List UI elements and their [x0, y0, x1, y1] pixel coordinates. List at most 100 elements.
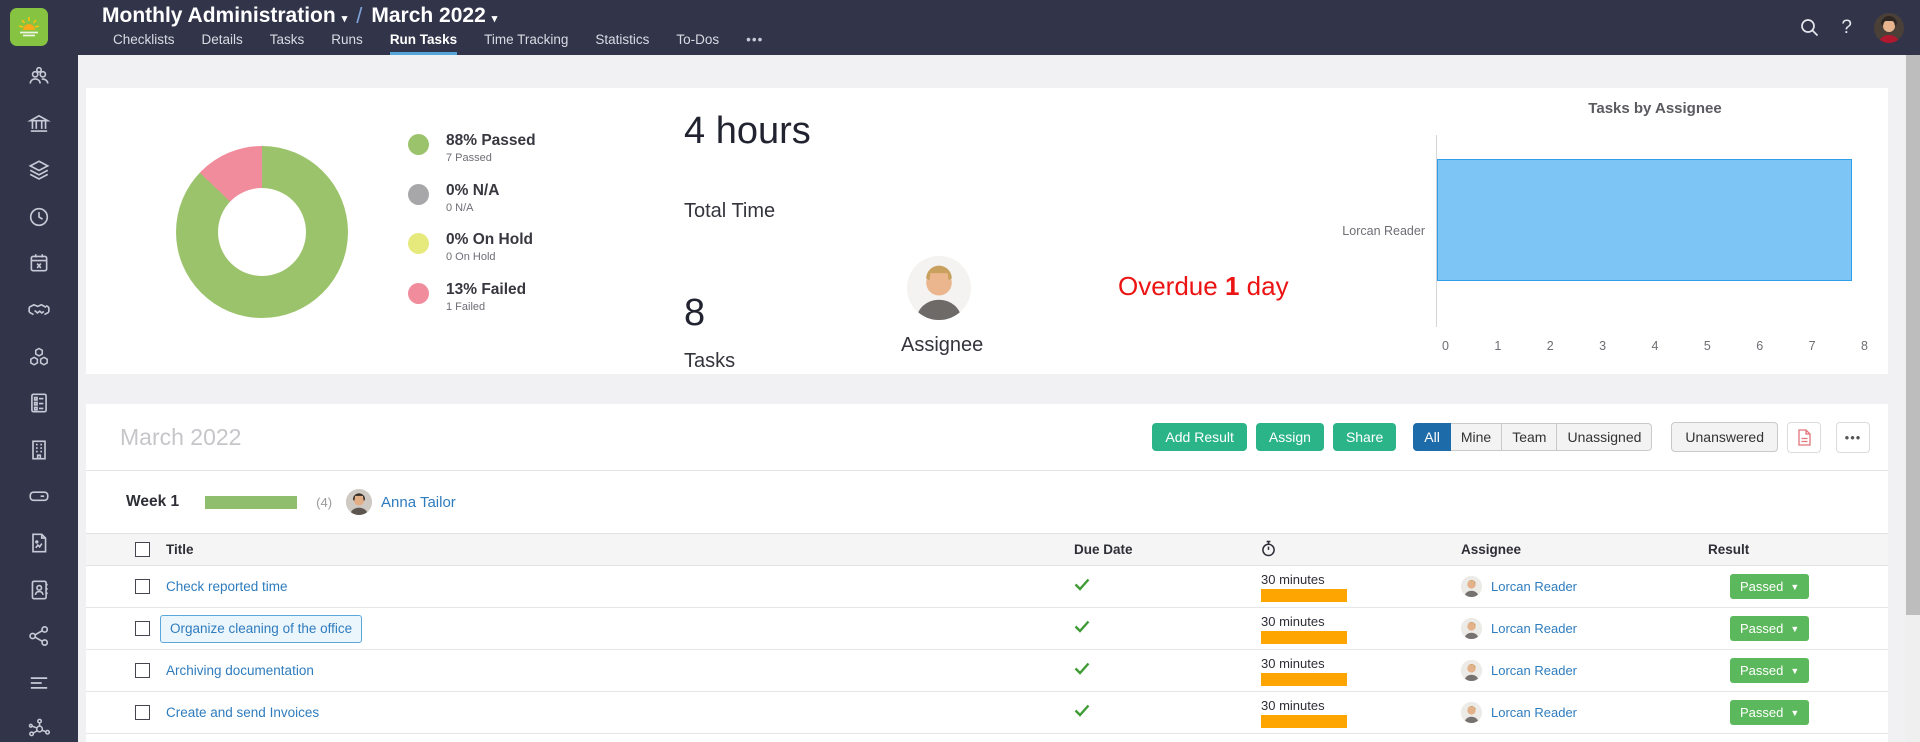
- checklist-icon[interactable]: [27, 391, 51, 415]
- legend-item-failed: 13% Failed 1 Failed: [408, 281, 536, 331]
- task-title-link[interactable]: Archiving documentation: [166, 663, 314, 678]
- checklist-title-dropdown[interactable]: Monthly Administration: [102, 4, 336, 28]
- chevron-down-icon: ▾: [492, 12, 498, 25]
- add-result-button[interactable]: Add Result: [1152, 423, 1246, 451]
- result-dropdown[interactable]: Passed▼: [1730, 616, 1809, 641]
- share-button[interactable]: Share: [1333, 423, 1396, 451]
- tasks-count-label: Tasks: [684, 350, 735, 373]
- scrollbar-thumb[interactable]: [1906, 55, 1920, 615]
- handshake-icon[interactable]: [27, 298, 51, 322]
- sunrise-icon: [14, 12, 44, 42]
- pdf-export-button[interactable]: [1787, 422, 1821, 453]
- row-checkbox[interactable]: [135, 705, 150, 720]
- drive-icon[interactable]: [27, 484, 51, 508]
- tab-time-tracking[interactable]: Time Tracking: [484, 29, 568, 55]
- tab-to-dos[interactable]: To-Dos: [676, 29, 719, 55]
- help-icon[interactable]: ?: [1841, 17, 1852, 39]
- row-assignee-link[interactable]: Lorcan Reader: [1491, 705, 1577, 720]
- row-assignee-link[interactable]: Lorcan Reader: [1491, 663, 1577, 678]
- tab-runs[interactable]: Runs: [331, 29, 363, 55]
- row-checkbox[interactable]: [135, 663, 150, 678]
- network-icon[interactable]: [27, 717, 51, 741]
- filter-team-button[interactable]: Team: [1502, 423, 1557, 451]
- run-tasks-card: March 2022 Add Result Assign Share All M…: [86, 404, 1888, 742]
- tab-tasks[interactable]: Tasks: [270, 29, 305, 55]
- legend-na-pct: 0% N/A: [446, 182, 499, 200]
- file-report-icon[interactable]: [27, 531, 51, 555]
- bar-plot-area: [1436, 135, 1852, 327]
- vertical-scrollbar[interactable]: [1906, 55, 1920, 742]
- task-title-link[interactable]: Create and send Invoices: [166, 705, 319, 720]
- bar-x-axis: 0 1 2 3 4 5 6 7 8: [1442, 339, 1868, 353]
- week-assignee-avatar: [346, 489, 372, 515]
- share-icon[interactable]: [27, 624, 51, 648]
- selected-task-outline: Organize cleaning of the office: [160, 615, 362, 643]
- lines-icon[interactable]: [27, 671, 51, 695]
- tick-5: 5: [1704, 339, 1711, 353]
- tab-run-tasks[interactable]: Run Tasks: [390, 29, 457, 55]
- na-dot: [408, 184, 429, 205]
- unanswered-filter-button[interactable]: Unanswered: [1671, 422, 1778, 452]
- chevron-down-icon: ▼: [1790, 708, 1799, 718]
- time-progress-bar: [1261, 673, 1347, 686]
- overdue-unit: day: [1247, 271, 1289, 301]
- time-estimate: 30 minutes: [1261, 698, 1461, 713]
- users-icon[interactable]: [27, 65, 51, 89]
- table-row: Create and send Invoices 30 minutes Lorc…: [86, 692, 1888, 734]
- cubes-icon[interactable]: [27, 345, 51, 369]
- bar-chart-title: Tasks by Assignee: [1447, 100, 1863, 117]
- row-checkbox[interactable]: [135, 579, 150, 594]
- assign-button[interactable]: Assign: [1256, 423, 1324, 451]
- tabs-overflow-button[interactable]: •••: [746, 29, 763, 55]
- legend-item-onhold: 0% On Hold 0 On Hold: [408, 231, 536, 281]
- tick-2: 2: [1547, 339, 1554, 353]
- results-donut-chart: [176, 146, 348, 318]
- left-sidebar: [0, 55, 78, 742]
- building-icon[interactable]: [27, 438, 51, 462]
- task-title-link[interactable]: Organize cleaning of the office: [170, 621, 352, 636]
- onhold-dot: [408, 233, 429, 254]
- tab-checklists[interactable]: Checklists: [113, 29, 175, 55]
- app-logo[interactable]: [10, 8, 48, 46]
- clock-icon[interactable]: [27, 205, 51, 229]
- due-date-check-icon: [1074, 662, 1090, 675]
- layers-icon[interactable]: [27, 158, 51, 182]
- due-date-check-icon: [1074, 620, 1090, 633]
- result-dropdown[interactable]: Passed▼: [1730, 658, 1809, 683]
- table-row: Archiving documentation 30 minutes Lorca…: [86, 650, 1888, 692]
- col-header-assignee: Assignee: [1461, 542, 1708, 557]
- search-icon[interactable]: [1800, 18, 1819, 37]
- run-month-title: March 2022: [120, 424, 1152, 451]
- time-estimate: 30 minutes: [1261, 656, 1461, 671]
- result-dropdown[interactable]: Passed▼: [1730, 574, 1809, 599]
- legend-onhold-pct: 0% On Hold: [446, 231, 533, 249]
- tick-4: 4: [1652, 339, 1659, 353]
- row-assignee-link[interactable]: Lorcan Reader: [1491, 579, 1577, 594]
- week-label: Week 1: [126, 493, 179, 511]
- bank-icon[interactable]: [27, 112, 51, 136]
- contacts-icon[interactable]: [27, 578, 51, 602]
- select-all-checkbox[interactable]: [135, 542, 150, 557]
- user-avatar[interactable]: [1874, 13, 1904, 43]
- filter-all-button[interactable]: All: [1413, 423, 1451, 451]
- task-title-link[interactable]: Check reported time: [166, 579, 288, 594]
- filter-mine-button[interactable]: Mine: [1451, 423, 1502, 451]
- due-date-check-icon: [1074, 578, 1090, 591]
- tab-details[interactable]: Details: [202, 29, 243, 55]
- week-assignee-link[interactable]: Anna Tailor: [381, 494, 456, 511]
- pdf-file-icon: [1797, 429, 1812, 446]
- row-checkbox[interactable]: [135, 621, 150, 636]
- legend-failed-count: 1 Failed: [446, 301, 526, 313]
- overdue-warning: Overdue 1 day: [1118, 266, 1348, 306]
- more-actions-button[interactable]: •••: [1836, 422, 1870, 453]
- row-assignee-link[interactable]: Lorcan Reader: [1491, 621, 1577, 636]
- result-dropdown[interactable]: Passed▼: [1730, 700, 1809, 725]
- col-header-title: Title: [166, 542, 194, 557]
- tick-7: 7: [1809, 339, 1816, 353]
- filter-unassigned-button[interactable]: Unassigned: [1557, 423, 1652, 451]
- calendar-x-icon[interactable]: [27, 251, 51, 275]
- tab-statistics[interactable]: Statistics: [595, 29, 649, 55]
- total-time-value: 4 hours: [684, 110, 811, 153]
- table-row: Check reported time 30 minutes Lorcan Re…: [86, 566, 1888, 608]
- run-title-dropdown[interactable]: March 2022: [371, 4, 485, 28]
